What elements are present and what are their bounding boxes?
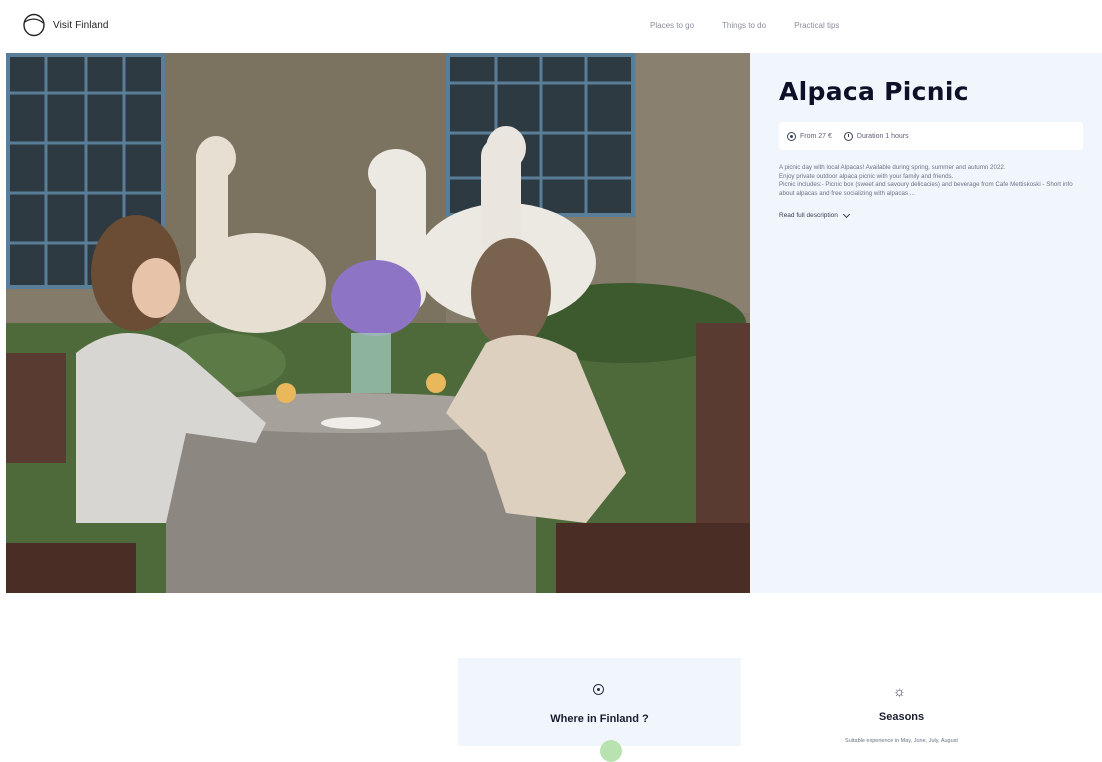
activity-price: From 27 €: [800, 132, 832, 140]
description-line: Picnic includes:- Picnic box (sweet and …: [779, 181, 1073, 197]
logo-text: Visit Finland: [53, 19, 109, 31]
activity-duration: Duration 1 hours: [856, 132, 909, 140]
hero-image-alpaca-picnic: [6, 53, 750, 593]
activity-description: A picnic day with local Alpacas! Availab…: [779, 164, 1079, 198]
map-marker-dot: [600, 740, 622, 762]
site-header: Visit Finland Places to go Things to do …: [0, 0, 1102, 52]
location-pin-icon: [593, 684, 604, 695]
activity-meta-bar: From 27 € Duration 1 hours: [779, 122, 1083, 150]
read-full-description-link[interactable]: Read full description: [779, 210, 1082, 220]
activity-title: Alpaca Picnic: [779, 77, 969, 106]
read-more-label: Read full description: [779, 212, 838, 220]
where-in-finland-card: Where in Finland ?: [458, 658, 741, 762]
logo-icon: [23, 13, 45, 37]
clock-icon: [843, 131, 853, 141]
seasons-text: Suitable experience in May, June, July, …: [845, 738, 958, 744]
price-icon: [787, 131, 796, 141]
description-line: A picnic day with local Alpacas! Availab…: [779, 164, 1006, 171]
activity-info-panel: Alpaca Picnic From 27 € Duration 1 hours…: [750, 53, 1102, 593]
seasons-card: ☼ Seasons Suitable experience in May, Ju…: [760, 658, 1043, 746]
sun-icon: ☼: [893, 683, 906, 699]
visit-finland-logo[interactable]: Visit Finland: [22, 13, 109, 37]
nav-practical-tips[interactable]: Practical tips: [794, 21, 839, 30]
chevron-down-icon: [842, 210, 850, 218]
nav-places-to-go[interactable]: Places to go: [650, 21, 694, 30]
where-in-finland-title: Where in Finland ?: [550, 713, 649, 725]
description-line: Enjoy private outdoor alpaca picnic with…: [779, 172, 954, 180]
main-nav: Places to go Things to do Practical tips: [650, 21, 839, 30]
nav-things-to-do[interactable]: Things to do: [722, 21, 766, 30]
seasons-title: Seasons: [878, 711, 925, 723]
